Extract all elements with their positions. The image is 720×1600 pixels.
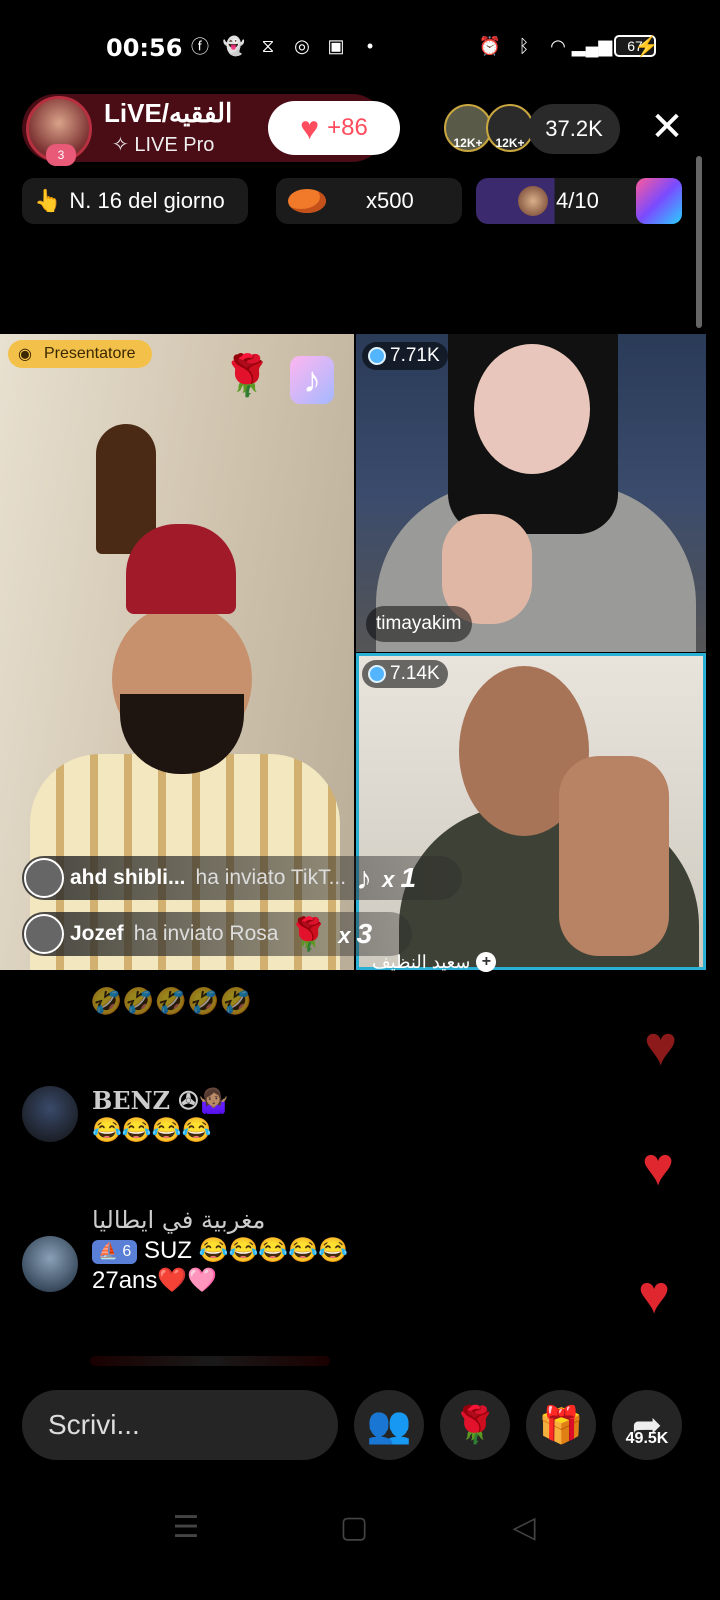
guests-count: 4/10: [556, 188, 599, 213]
wifi-icon: ◠: [550, 35, 566, 56]
host-role-tag: ◉ Presentatore: [8, 340, 152, 368]
chat-badge-row: ⛵ 6 SUZ 😂😂😂😂😂: [92, 1236, 348, 1265]
guest-avatar: [518, 186, 548, 216]
host-info[interactable]: 3 LiVE/الفقيه ✧ LIVE Pro ♥ +86: [22, 94, 400, 166]
system-icons: ⏰ ᛒ ◠ ▂▄▆ 67: [478, 34, 656, 58]
gift-sender: ahd shibli...: [70, 866, 186, 889]
floating-heart-icon: ♥: [642, 1137, 675, 1197]
event-icon[interactable]: [636, 178, 682, 224]
rose-gift-icon: 🌹: [288, 916, 329, 952]
gift-banner: Jozef ha inviato Rosa 🌹 x 3: [22, 912, 412, 956]
status-bar: 00:56 ⓕ 👻 ⧖ ◎ ▣ • ⏰ ᛒ ◠ ▂▄▆ 67 ⚡: [0, 0, 720, 96]
multiplier-chip[interactable]: x500: [276, 178, 462, 224]
chat-message-faded: [90, 1356, 330, 1366]
facebook-icon: ⓕ: [191, 37, 209, 57]
rose-icon: 🌹: [222, 354, 272, 398]
comment-input[interactable]: Scrivi...: [22, 1390, 338, 1460]
guest1-score: 7.71K: [390, 345, 440, 366]
daily-rank-chip[interactable]: 👆 N. 16 del giorno: [22, 178, 248, 224]
viewer-badge: 12K+: [453, 136, 483, 150]
floating-heart-icon: ♥: [638, 1265, 671, 1325]
status-time: 00:56: [106, 34, 183, 62]
user-icon: ◉: [18, 346, 32, 363]
host-role-label: Presentatore: [43, 345, 136, 362]
share-button[interactable]: ➦: [612, 1390, 682, 1460]
gift-sender: Jozef: [70, 922, 124, 945]
snapchat-icon: 👻: [222, 35, 246, 56]
instagram-icon: ◎: [294, 35, 310, 56]
gift-text: ha inviato TikT...: [195, 866, 347, 889]
like-count: +86: [327, 114, 368, 141]
gift-banner: ahd shibli... ha inviato TikT... ♪ x 1: [22, 856, 462, 900]
daily-rank: N. 16 del giorno: [69, 188, 225, 213]
charging-icon: ⚡: [634, 36, 659, 58]
follow-like-button[interactable]: ♥ +86: [268, 101, 400, 155]
chat-avatar[interactable]: [22, 1236, 78, 1292]
gift-count: x 3: [338, 918, 373, 949]
viewer-badge: 12K+: [495, 136, 525, 150]
host-hat: [126, 524, 236, 614]
level-badge: ⛵ 6: [92, 1239, 138, 1264]
gift-sender-avatar: [24, 858, 64, 898]
fire-icon: 👆: [34, 188, 62, 213]
tiktok-gift-icon: ♪: [356, 859, 373, 896]
gift-sender-avatar: [24, 914, 64, 954]
guest2-hand: [559, 756, 669, 956]
guest2-score: 7.14K: [390, 663, 440, 684]
guest2-score-badge: 7.14K: [362, 660, 448, 688]
chat-text: 😂😂😂😂😂: [198, 1237, 349, 1264]
top-viewer-avatar[interactable]: 12K+: [486, 104, 534, 152]
top-viewer-avatar[interactable]: 12K+: [444, 104, 492, 152]
share-count: 49.5K: [625, 1430, 669, 1447]
capcut-icon: ⧖: [261, 35, 275, 56]
notification-icons: ⓕ 👻 ⧖ ◎ ▣ •: [188, 34, 382, 58]
chat-text: 27ans❤️🩷: [92, 1267, 218, 1294]
follow-plus-icon[interactable]: +: [476, 952, 497, 972]
chat-username[interactable]: BENZ ✇🤷🏽‍♀️: [92, 1086, 228, 1115]
chat-username[interactable]: مغربية في ايطاليا: [92, 1206, 265, 1234]
chat-avatar[interactable]: [22, 1086, 78, 1142]
score-icon: [368, 665, 386, 683]
recents-icon[interactable]: ☰: [166, 1508, 206, 1548]
home-icon[interactable]: ▢: [334, 1508, 374, 1548]
floating-heart-icon: ♥: [644, 1014, 678, 1077]
host-name: LiVE/الفقيه: [104, 98, 233, 128]
more-dot-icon: •: [366, 35, 374, 56]
gift-icon: 🎁: [538, 1404, 584, 1445]
heart-icon: ♥: [300, 110, 320, 146]
scroll-indicator: [696, 156, 702, 328]
guest1-name-tag[interactable]: timayakim: [366, 606, 472, 642]
app-icon: ▣: [327, 35, 345, 56]
multiplier-value: x500: [366, 188, 414, 213]
host-subtitle: ✧ LIVE Pro: [112, 134, 215, 156]
chat-sub: SUZ: [143, 1237, 192, 1264]
planet-icon: [288, 189, 326, 213]
gift-count: x 1: [382, 862, 417, 893]
guest1-face: [474, 344, 590, 474]
tiktok-gift-icon: ♪: [290, 356, 334, 404]
gift-button[interactable]: 🎁: [526, 1390, 596, 1460]
viewer-count[interactable]: 37.2K: [528, 104, 620, 154]
multi-guest-button[interactable]: 👥: [354, 1390, 424, 1460]
alarm-icon: ⏰: [478, 35, 502, 56]
gift-text: ha inviato Rosa: [133, 922, 279, 945]
guest1-video[interactable]: [356, 334, 706, 652]
rose-button[interactable]: 🌹: [440, 1390, 510, 1460]
signal-icon: ▂▄▆: [571, 35, 613, 56]
host-level-badge: 3: [46, 144, 76, 166]
people-icon: 👥: [366, 1404, 412, 1445]
chat-message-faded: 🤣🤣🤣🤣🤣: [90, 986, 252, 1016]
guest1-score-badge: 7.71K: [362, 342, 448, 370]
back-icon[interactable]: ◁: [504, 1508, 544, 1548]
close-icon[interactable]: ✕: [646, 106, 688, 148]
score-icon: [368, 347, 386, 365]
rose-icon: 🌹: [452, 1404, 498, 1445]
chat-text: 😂😂😂😂: [92, 1117, 212, 1144]
bluetooth-icon: ᛒ: [518, 35, 530, 56]
top-viewers[interactable]: 12K+ 12K+: [444, 104, 534, 154]
